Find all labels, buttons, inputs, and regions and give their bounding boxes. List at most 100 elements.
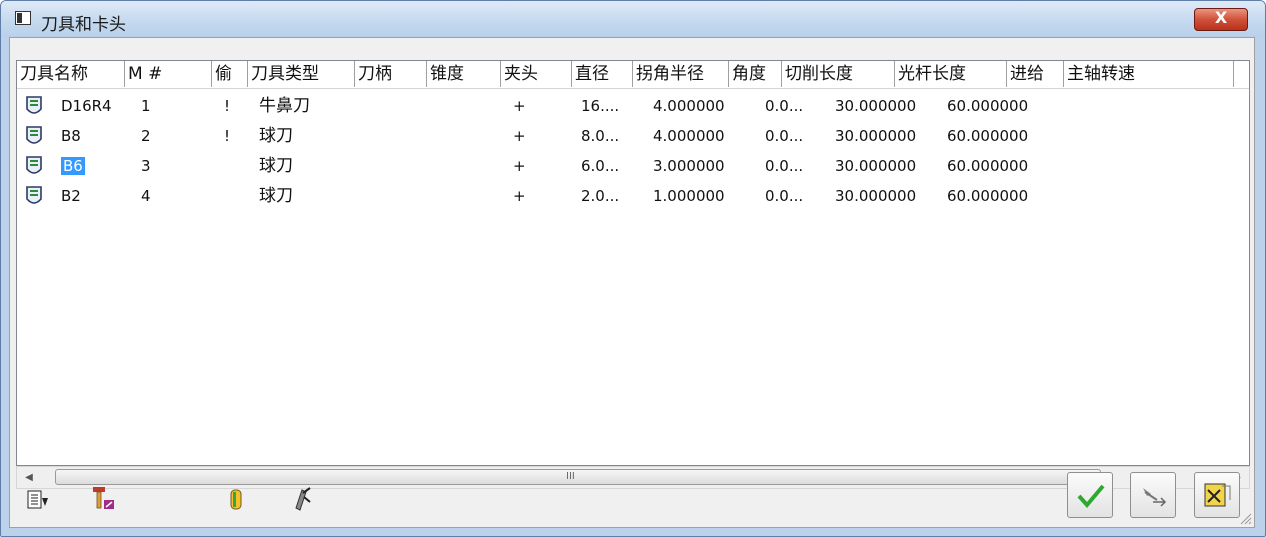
cell-name-text: B2	[61, 187, 81, 205]
cell-name-text: B6	[61, 157, 85, 175]
cell-type-text: 球刀	[259, 126, 293, 146]
cell-flag-text: !	[224, 97, 231, 115]
cell-angle-text: 0.0...	[765, 127, 804, 145]
cell-diameter: 16....	[581, 91, 619, 121]
close-button[interactable]: X	[1194, 8, 1248, 31]
tool-list[interactable]: 刀具名称 M # 偷刀具类型 刀柄 锥度 夹头 直径 拐角半径 角度 切削长度 光杆长度 进给 主轴转速…	[16, 60, 1250, 466]
cell-type: 牛鼻刀	[259, 91, 310, 121]
cell-type-text: 球刀	[259, 186, 293, 206]
column-header-name[interactable]: 刀具名称	[17, 61, 125, 87]
table-row[interactable]: B2 4 球刀 +2.0... 1.000000 0.0... 30.000000 60.00…	[17, 181, 1249, 211]
new-tool-icon[interactable]	[90, 484, 118, 512]
table-row[interactable]: B8 2! 球刀 +8.0... 4.000000 0.0... 30.000000 60.0…	[17, 121, 1249, 151]
cell-name: B6	[61, 151, 85, 181]
cell-angle: 0.0...	[765, 91, 803, 121]
dialog-body: 刀具名称 M # 偷刀具类型 刀柄 锥度 夹头 直径 拐角半径 角度 切削长度 光杆长度 进给 主轴转速…	[9, 37, 1255, 528]
cell-m: 2	[141, 121, 151, 151]
cell-chuck-text: +	[513, 157, 526, 175]
cell-chuck-text: +	[513, 127, 526, 145]
cell-cutlen: 30.000000	[835, 151, 916, 181]
cell-angle: 0.0...	[765, 181, 803, 211]
cell-flag: !	[224, 91, 230, 121]
cell-type: 球刀	[259, 151, 293, 181]
cell-shanklen: 60.000000	[947, 181, 1028, 211]
cell-cutlen: 30.000000	[835, 91, 916, 121]
cell-shanklen-text: 60.000000	[947, 97, 1029, 115]
cell-chuck-text: +	[513, 187, 526, 205]
cell-shanklen-text: 60.000000	[947, 187, 1029, 205]
cell-m-text: 4	[141, 187, 151, 205]
cell-chuck: +	[513, 91, 526, 121]
column-header-diameter[interactable]: 直径	[572, 61, 633, 87]
cell-type-text: 牛鼻刀	[259, 96, 310, 116]
table-row[interactable]: B6 3 球刀 +6.0... 3.000000 0.0... 30.000000 60.00…	[17, 151, 1249, 181]
column-header-corner[interactable]: 拐角半径	[633, 61, 729, 87]
column-header: 刀具名称 M # 偷刀具类型 刀柄 锥度 夹头 直径 拐角半径 角度 切削长度 光杆长度 进给 主轴转速	[17, 61, 1249, 89]
cell-m: 4	[141, 181, 151, 211]
chuck-icon[interactable]	[222, 486, 250, 514]
column-header-cutlen[interactable]: 切削长度	[782, 61, 895, 87]
column-header-flag[interactable]: 偷	[212, 61, 248, 87]
column-header-m[interactable]: M #	[125, 61, 212, 87]
scroll-left-icon[interactable]: ◀	[19, 467, 39, 488]
cell-angle-text: 0.0...	[765, 97, 804, 115]
delete-tool-icon[interactable]	[288, 484, 316, 512]
column-header-type[interactable]: 刀具类型	[248, 61, 355, 87]
column-header-shanklen[interactable]: 光杆长度	[895, 61, 1007, 87]
cell-angle: 0.0...	[765, 151, 803, 181]
cell-cutlen-text: 30.000000	[835, 157, 917, 175]
cell-diameter-text: 8.0...	[581, 127, 620, 145]
cell-corner-text: 3.000000	[653, 157, 725, 175]
edit-list-icon	[1204, 483, 1231, 507]
horizontal-scrollbar[interactable]: ◀ III ▶	[16, 466, 1250, 489]
cell-name: B8	[61, 121, 81, 151]
transfer-button[interactable]	[1130, 472, 1176, 518]
cell-chuck: +	[513, 151, 526, 181]
ok-button[interactable]	[1067, 472, 1113, 518]
cell-diameter-text: 2.0...	[581, 187, 620, 205]
cell-shanklen: 60.000000	[947, 121, 1028, 151]
cell-flag-text: !	[224, 127, 231, 145]
cell-corner-text: 1.000000	[653, 187, 725, 205]
cell-corner-text: 4.000000	[653, 127, 725, 145]
column-header-spindle[interactable]: 主轴转速	[1064, 61, 1234, 87]
window-icon	[15, 11, 31, 25]
transfer-icon	[1143, 488, 1167, 507]
cell-angle: 0.0...	[765, 121, 803, 151]
table-row[interactable]: D16R4 1! 牛鼻刀 +16.... 4.000000 0.0... 30.000000…	[17, 91, 1249, 121]
column-header-feed[interactable]: 进给	[1007, 61, 1064, 87]
cell-cutlen-text: 30.000000	[835, 187, 917, 205]
cell-type-text: 球刀	[259, 156, 293, 176]
column-header-chuck[interactable]: 夹头	[501, 61, 572, 87]
scroll-grip: III	[566, 471, 575, 482]
cell-type: 球刀	[259, 121, 293, 151]
cell-type: 球刀	[259, 181, 293, 211]
cell-chuck-text: +	[513, 97, 526, 115]
column-header-angle[interactable]: 角度	[729, 61, 782, 87]
resize-grip-icon[interactable]	[1236, 509, 1252, 525]
cell-diameter: 2.0...	[581, 181, 619, 211]
ok-check-icon	[1077, 484, 1105, 509]
cell-name-text: B8	[61, 127, 81, 145]
column-header-holder[interactable]: 刀柄	[355, 61, 427, 87]
cell-cutlen-text: 30.000000	[835, 97, 917, 115]
import-list-icon[interactable]	[24, 486, 52, 514]
cell-m-text: 3	[141, 157, 151, 175]
cell-corner: 4.000000	[653, 121, 725, 151]
cell-m-text: 2	[141, 127, 151, 145]
cell-corner: 3.000000	[653, 151, 725, 181]
cell-shanklen: 60.000000	[947, 91, 1028, 121]
scroll-thumb[interactable]: III	[55, 469, 1101, 485]
edit-list-button[interactable]	[1194, 472, 1240, 518]
cell-name: B2	[61, 181, 81, 211]
cell-m-text: 1	[141, 97, 151, 115]
tool-icon	[26, 186, 42, 204]
cell-chuck: +	[513, 121, 526, 151]
cell-m: 3	[141, 151, 151, 181]
cell-cutlen: 30.000000	[835, 181, 916, 211]
column-header-taper[interactable]: 锥度	[427, 61, 501, 87]
window-title: 刀具和卡头	[41, 15, 126, 35]
cell-angle-text: 0.0...	[765, 157, 804, 175]
title-bar[interactable]: 刀具和卡头 X	[1, 1, 1265, 37]
cell-corner-text: 4.000000	[653, 97, 725, 115]
